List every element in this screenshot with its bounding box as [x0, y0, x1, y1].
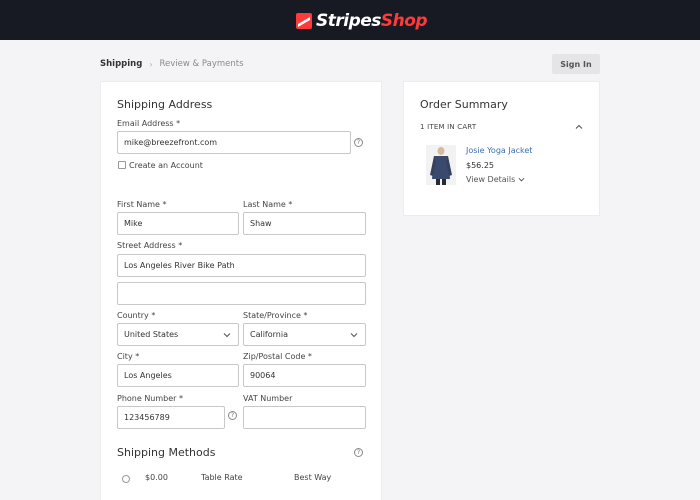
street-address-label: Street Address *	[117, 241, 183, 250]
chevron-up-icon[interactable]	[575, 123, 583, 131]
shipping-address-title: Shipping Address	[117, 98, 213, 111]
shipping-method-radio[interactable]	[122, 475, 130, 483]
create-account-label[interactable]: Create an Account	[129, 161, 203, 170]
state-label: State/Province *	[243, 311, 308, 320]
shipping-form-panel: Shipping Address Email Address * mike@br…	[100, 81, 382, 500]
product-name-link[interactable]: Josie Yoga Jacket	[466, 146, 532, 155]
checkout-breadcrumb: Shipping › Review & Payments	[100, 59, 244, 69]
last-name-field[interactable]: Shaw	[243, 212, 366, 235]
state-select[interactable]: California	[243, 323, 366, 346]
sign-in-button[interactable]: Sign In	[552, 54, 600, 74]
logo-mark-icon	[296, 13, 312, 29]
country-select[interactable]: United States	[117, 323, 239, 346]
vat-field[interactable]	[243, 406, 366, 429]
phone-label: Phone Number *	[117, 394, 184, 403]
top-header-bar: StripesShop	[0, 0, 700, 40]
street-address-line2-field[interactable]	[117, 282, 366, 305]
breadcrumb-separator: ›	[149, 59, 153, 69]
store-logo[interactable]: StripesShop	[296, 10, 428, 32]
country-value: United States	[124, 330, 179, 339]
create-account-checkbox[interactable]	[118, 161, 126, 169]
street-address-line1-field[interactable]: Los Angeles River Bike Path	[117, 254, 366, 277]
order-summary-title: Order Summary	[420, 98, 508, 111]
email-field[interactable]: mike@breezefront.com	[117, 131, 351, 154]
help-circle-icon[interactable]: ?	[354, 138, 363, 147]
shipping-methods-title: Shipping Methods	[117, 446, 216, 459]
city-field[interactable]: Los Angeles	[117, 364, 239, 387]
view-details-toggle[interactable]: View Details	[466, 175, 525, 184]
breadcrumb-shipping[interactable]: Shipping	[100, 59, 142, 69]
brand-name-part1: Stripes	[316, 11, 381, 31]
phone-field[interactable]: 123456789	[117, 406, 225, 429]
email-label: Email Address *	[117, 119, 181, 128]
view-details-label: View Details	[466, 175, 516, 184]
chevron-down-icon	[223, 333, 231, 338]
product-thumbnail[interactable]	[426, 145, 456, 185]
help-circle-icon[interactable]: ?	[354, 448, 363, 457]
first-name-label: First Name *	[117, 200, 167, 209]
city-label: City *	[117, 352, 140, 361]
state-value: California	[250, 330, 288, 339]
jacket-image-icon	[430, 147, 452, 185]
items-in-cart-count[interactable]: 1 ITEM IN CART	[420, 123, 476, 131]
order-summary-panel: Order Summary 1 ITEM IN CART Josie Yoga …	[403, 81, 600, 216]
last-name-label: Last Name *	[243, 200, 293, 209]
breadcrumb-review-payments[interactable]: Review & Payments	[160, 59, 244, 69]
vat-label: VAT Number	[243, 394, 293, 403]
brand-name-part2: Shop	[380, 11, 428, 31]
shipping-method-price: $0.00	[145, 473, 168, 482]
shipping-method-carrier: Best Way	[294, 473, 332, 482]
product-price: $56.25	[466, 161, 494, 170]
zip-field[interactable]: 90064	[243, 364, 366, 387]
first-name-field[interactable]: Mike	[117, 212, 239, 235]
chevron-down-icon	[518, 177, 525, 182]
shipping-method-name: Table Rate	[201, 473, 243, 482]
chevron-down-icon	[350, 333, 358, 338]
help-circle-icon[interactable]: ?	[228, 411, 237, 420]
country-label: Country *	[117, 311, 156, 320]
zip-label: Zip/Postal Code *	[243, 352, 312, 361]
